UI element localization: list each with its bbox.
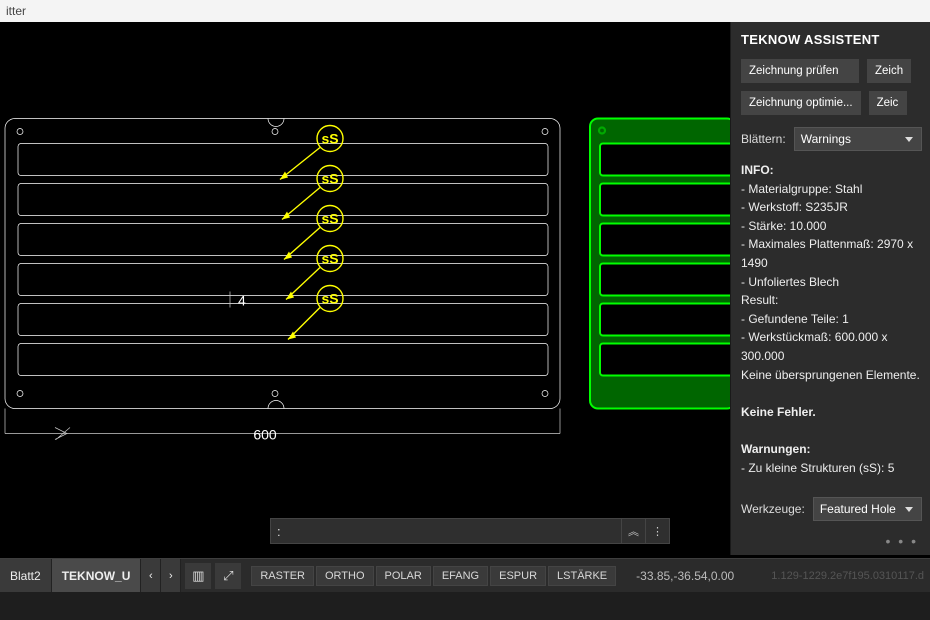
tab-next-button[interactable]: ›: [161, 559, 181, 592]
title-bar: itter: [0, 0, 930, 22]
scale-icon[interactable]: ⤢: [215, 563, 241, 589]
warning-label: sS: [321, 251, 338, 267]
check-drawing-button[interactable]: Zeichnung prüfen: [741, 59, 859, 83]
command-history-button[interactable]: ︽: [621, 519, 645, 543]
nested-slot: [600, 144, 730, 176]
hole-icon: [542, 129, 548, 135]
slot: [18, 344, 548, 376]
tools-select[interactable]: Featured Hole: [813, 497, 922, 521]
hole-icon: [272, 129, 278, 135]
workspace: 4 600 sS sS sS: [0, 22, 930, 555]
layout-icon[interactable]: ▥: [185, 563, 211, 589]
canvas[interactable]: 4 600 sS sS sS: [0, 22, 730, 555]
command-menu-button[interactable]: ⋮: [645, 519, 669, 543]
scroll-row: Blättern: Warnings: [741, 127, 922, 151]
tab-prev-button[interactable]: ‹: [141, 559, 161, 592]
drawing-svg: 4 600 sS sS sS: [0, 22, 730, 555]
toggle-raster[interactable]: RASTER: [251, 566, 314, 586]
command-bar: : ︽ ⋮: [270, 518, 670, 544]
toggle-polar[interactable]: POLAR: [376, 566, 431, 586]
warning-label: sS: [321, 171, 338, 187]
command-prompt: :: [271, 524, 287, 539]
scroll-label: Blättern:: [741, 132, 786, 146]
tools-label: Werkzeuge:: [741, 502, 805, 516]
tools-row: Werkzeuge: Featured Hole: [741, 497, 922, 521]
assistant-buttons: Zeichnung prüfen Zeich Zeichnung optimie…: [741, 59, 922, 115]
command-input[interactable]: [287, 524, 621, 538]
tools-select-value: Featured Hole: [820, 502, 896, 516]
scroll-select-value: Warnings: [801, 132, 851, 146]
optimize-drawing-button[interactable]: Zeichnung optimie...: [741, 91, 861, 115]
toggle-lstaerke[interactable]: LSTÄRKE: [548, 566, 616, 586]
errors-text: Keine Fehler.: [741, 405, 816, 419]
sheet-tab[interactable]: TEKNOW_U: [52, 559, 142, 592]
result-heading: Result:: [741, 293, 778, 307]
info-line: - Werkstoff: S235JR: [741, 200, 848, 214]
status-bar: Blatt2 TEKNOW_U ‹ › ▥ ⤢ RASTER ORTHO POL…: [0, 558, 930, 592]
assistant-panel: TEKNOW ASSISTENT Zeichnung prüfen Zeich …: [730, 22, 930, 555]
sheet-tabs: Blatt2 TEKNOW_U ‹ ›: [0, 559, 181, 592]
nested-slot: [600, 264, 730, 296]
warnings-heading: Warnungen:: [741, 442, 811, 456]
nested-slot: [600, 344, 730, 376]
dim-width-text: 600: [253, 427, 277, 443]
assistant-title: TEKNOW ASSISTENT: [741, 32, 922, 47]
title-text: itter: [6, 4, 26, 18]
warning-label: sS: [321, 211, 338, 227]
sheet-tab[interactable]: Blatt2: [0, 559, 52, 592]
resize-handle-icon[interactable]: • • •: [741, 531, 922, 551]
info-line: - Stärke: 10.000: [741, 219, 826, 233]
nested-slot: [600, 184, 730, 216]
slot: [18, 224, 548, 256]
result-line: - Werkstückmaß: 600.000 x 300.000: [741, 330, 888, 363]
slot: [18, 184, 548, 216]
warning-label: sS: [321, 291, 338, 307]
dim-gap-text: 4: [238, 293, 246, 309]
result-line: - Gefundene Teile: 1: [741, 312, 849, 326]
warning-line: - Zu kleine Strukturen (sS): 5: [741, 461, 894, 475]
warning-label: sS: [321, 131, 338, 147]
drafting-toggles: RASTER ORTHO POLAR EFANG ESPUR LSTÄRKE: [251, 566, 616, 586]
optimize-button-2[interactable]: Zeic: [869, 91, 907, 115]
notch-icon: [268, 119, 284, 127]
slot: [18, 144, 548, 176]
hole-icon: [272, 391, 278, 397]
result-line: Keine übersprungenen Elemente.: [741, 368, 920, 382]
nested-slot: [600, 304, 730, 336]
toggle-efang[interactable]: EFANG: [433, 566, 488, 586]
hole-icon: [17, 129, 23, 135]
info-line: - Unfoliertes Blech: [741, 275, 839, 289]
info-block: INFO: - Materialgruppe: Stahl - Werkstof…: [741, 161, 922, 477]
scroll-select[interactable]: Warnings: [794, 127, 922, 151]
coordinates-readout: -33.85,-36.54,0.00: [636, 569, 734, 583]
nested-slot: [600, 224, 730, 256]
bottom-gutter: [0, 592, 930, 620]
notch-icon: [268, 401, 284, 409]
toggle-ortho[interactable]: ORTHO: [316, 566, 374, 586]
hole-icon: [17, 391, 23, 397]
warning-badge: sS: [288, 286, 343, 340]
info-line: - Materialgruppe: Stahl: [741, 182, 862, 196]
slot: [18, 264, 548, 296]
info-line: - Maximales Plattenmaß: 2970 x 1490: [741, 237, 913, 270]
hole-icon: [542, 391, 548, 397]
toggle-espur[interactable]: ESPUR: [490, 566, 546, 586]
info-heading: INFO:: [741, 163, 774, 177]
slot: [18, 304, 548, 336]
build-info: 1.129-1229.2e7f195.0310117.d: [771, 570, 924, 582]
check-button-2[interactable]: Zeich: [867, 59, 911, 83]
